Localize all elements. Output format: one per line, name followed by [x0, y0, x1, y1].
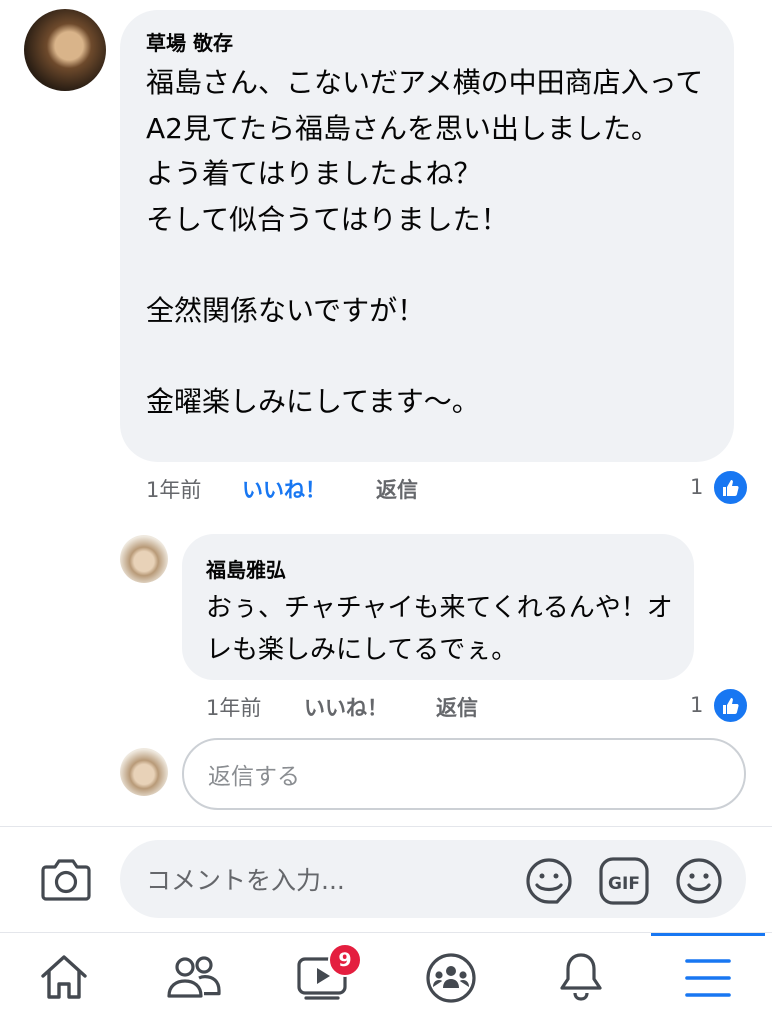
reply-reply-button[interactable]: 返信: [436, 692, 478, 722]
bell-icon[interactable]: [558, 950, 604, 1004]
comment-reply-button[interactable]: 返信: [376, 474, 418, 504]
composer-divider: [0, 826, 772, 827]
gif-icon[interactable]: GIF: [598, 856, 650, 906]
friends-icon[interactable]: [166, 954, 222, 1000]
comment-reaction-count[interactable]: 1: [690, 475, 703, 499]
reply-input[interactable]: 返信する: [182, 738, 746, 810]
reply-text: おぅ、チャチャイも来てくれるんや！オレも楽しみにしてるでぇ。: [206, 593, 673, 665]
reply-input-placeholder: 返信する: [208, 764, 300, 790]
sticker-icon[interactable]: [524, 856, 574, 906]
comment-like-button[interactable]: いいね！: [242, 474, 326, 504]
reply-timestamp: 1年前: [206, 696, 262, 720]
active-tab-indicator: [651, 933, 765, 936]
menu-icon[interactable]: [684, 956, 732, 1000]
camera-icon[interactable]: [40, 855, 92, 903]
comment-text: 福島さん、こないだアメ横の中田商店入ってA2見てたら福島さんを思い出しました。 …: [146, 66, 704, 418]
thumbs-up-icon[interactable]: [712, 469, 749, 506]
current-user-avatar: [120, 748, 168, 796]
replier-avatar[interactable]: [120, 535, 168, 583]
comment-author[interactable]: 草場 敬存: [146, 27, 233, 56]
reply-like-button[interactable]: いいね！: [304, 692, 388, 722]
comment-timestamp: 1年前: [146, 478, 202, 502]
comment-input[interactable]: コメントを入力...: [120, 840, 746, 918]
watch-badge: 9: [328, 943, 362, 977]
thumbs-up-icon[interactable]: [712, 687, 749, 724]
svg-text:GIF: GIF: [608, 874, 640, 894]
groups-icon[interactable]: [424, 952, 478, 1004]
reply-author[interactable]: 福島雅弘: [206, 554, 286, 583]
commenter-avatar[interactable]: [24, 9, 106, 91]
comment-input-placeholder: コメントを入力...: [146, 866, 345, 895]
home-icon[interactable]: [38, 952, 90, 1002]
reply-reaction-count[interactable]: 1: [690, 693, 703, 717]
emoji-icon[interactable]: [674, 856, 724, 906]
